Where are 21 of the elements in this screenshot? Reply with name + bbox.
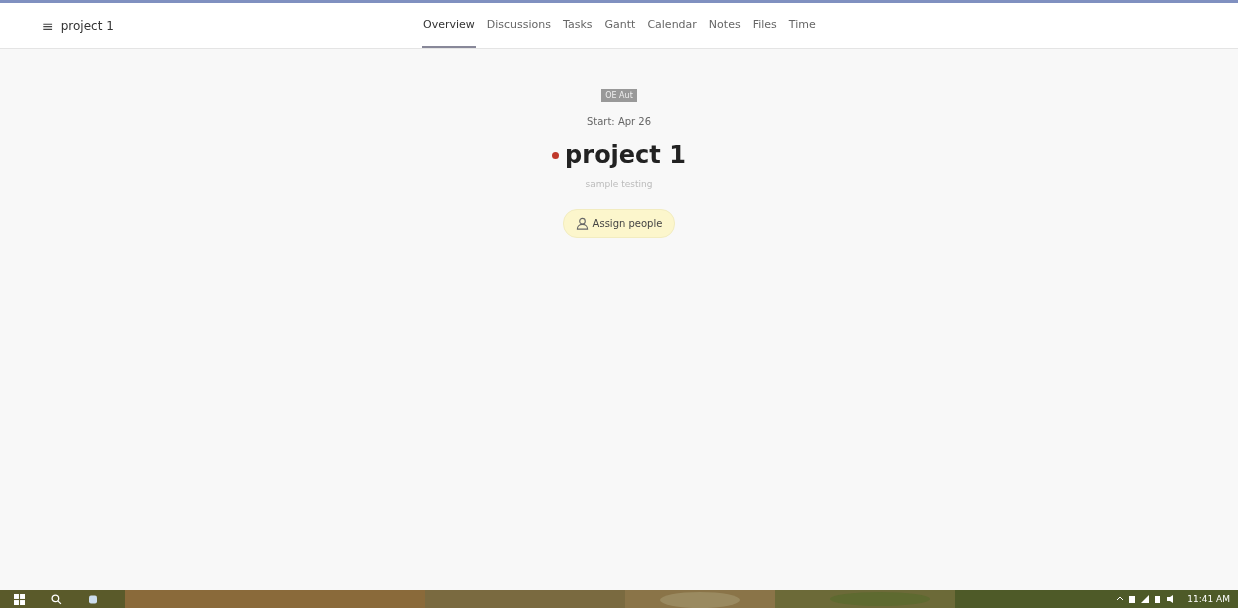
nav-tab[interactable]: Tasks [562, 3, 594, 48]
nav-tab[interactable]: Gantt [603, 3, 637, 48]
person-icon [575, 217, 589, 230]
start-icon[interactable] [14, 593, 25, 605]
project-title: project 1 [60, 18, 114, 33]
status-tag: OE Aut [601, 89, 637, 102]
app-icon[interactable] [88, 593, 98, 605]
menu-icon[interactable]: ≡ [42, 17, 54, 34]
clock: 11:41 AM [1187, 594, 1230, 604]
search-icon[interactable] [51, 593, 62, 605]
project-description: sample testing [585, 179, 653, 189]
nav-tab[interactable]: Discussions [485, 3, 553, 48]
nav-tab[interactable]: Overview [422, 3, 476, 48]
nav-tab[interactable]: Notes [707, 3, 742, 48]
start-date: Start: Apr 26 [586, 116, 652, 127]
tray-icons-drawing[interactable] [1115, 594, 1176, 604]
nav-tab[interactable]: Time [787, 3, 817, 48]
project-name: project 1 [565, 141, 686, 169]
assign-people-button[interactable]: Assign people [562, 209, 676, 238]
nav-tab[interactable]: Files [751, 3, 778, 48]
nav-tab[interactable]: Calendar [646, 3, 698, 48]
